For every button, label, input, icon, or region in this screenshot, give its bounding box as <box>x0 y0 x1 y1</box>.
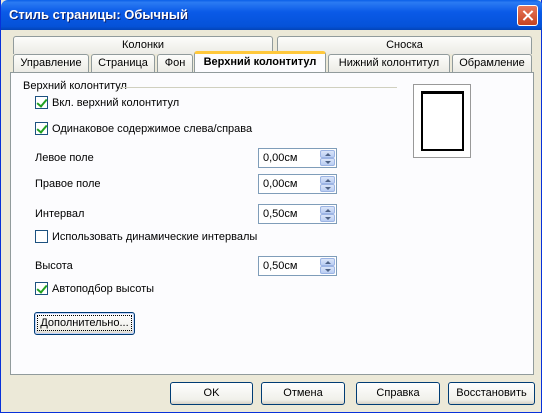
page-preview-icon <box>421 91 464 151</box>
spin-down-icon[interactable] <box>320 158 335 166</box>
tab-footer[interactable]: Нижний колонтитул <box>328 54 450 72</box>
ok-button[interactable]: OK <box>170 382 253 405</box>
title-bar[interactable]: Стиль страницы: Обычный <box>1 0 542 30</box>
spacing-label: Интервал <box>35 208 85 220</box>
height-spinbox[interactable]: 0,50см <box>258 256 337 276</box>
more-button[interactable]: Дополнительно... <box>34 312 135 335</box>
dynamic-spacing-checkbox[interactable]: Использовать динамические интервалы <box>35 230 257 243</box>
spin-up-icon[interactable] <box>320 206 335 214</box>
same-content-checkbox[interactable]: Одинаковое содержимое слева/справа <box>35 122 252 135</box>
tab-organizer[interactable]: Управление <box>13 54 89 72</box>
checkbox-box[interactable] <box>35 282 48 295</box>
tab-label: Нижний колонтитул <box>338 57 440 69</box>
left-margin-spinbox[interactable]: 0,00см <box>258 148 337 168</box>
autofit-height-checkbox[interactable]: Автоподбор высоты <box>35 282 154 295</box>
spin-value[interactable]: 0,00см <box>263 178 297 190</box>
spin-up-icon[interactable] <box>320 150 335 158</box>
spin-value[interactable]: 0,00см <box>263 152 297 164</box>
tab-label: Колонки <box>122 39 164 51</box>
tab-page[interactable]: Страница <box>91 54 155 72</box>
reset-label: Восстановить <box>456 387 527 399</box>
help-label: Справка <box>376 387 420 399</box>
tab-background[interactable]: Фон <box>157 54 193 72</box>
spin-value[interactable]: 0,50см <box>263 260 297 272</box>
more-button-label: Дополнительно... <box>37 315 132 331</box>
height-label: Высота <box>35 260 73 272</box>
right-margin-spinbox[interactable]: 0,00см <box>258 174 337 194</box>
spin-value[interactable]: 0,50см <box>263 208 297 220</box>
spin-down-icon[interactable] <box>320 214 335 222</box>
spin-up-icon[interactable] <box>320 258 335 266</box>
spin-up-icon[interactable] <box>320 176 335 184</box>
cancel-label: Отмена <box>283 387 323 399</box>
spacing-spinbox[interactable]: 0,50см <box>258 204 337 224</box>
page-preview <box>413 84 471 158</box>
tab-label: Управление <box>20 57 82 69</box>
window-title: Стиль страницы: Обычный <box>9 7 188 22</box>
spin-down-icon[interactable] <box>320 184 335 192</box>
dialog-window: Стиль страницы: Обычный Колонки Сноска У… <box>0 0 542 413</box>
checkbox-label: Вкл. верхний колонтитул <box>52 96 180 109</box>
tab-header[interactable]: Верхний колонтитул <box>194 51 326 72</box>
ok-label: OK <box>203 387 220 399</box>
tab-label: Верхний колонтитул <box>203 56 317 68</box>
checkbox-box[interactable] <box>35 96 48 109</box>
checkbox-label: Использовать динамические интервалы <box>52 230 258 243</box>
reset-button[interactable]: Восстановить <box>448 382 535 405</box>
checkbox-box[interactable] <box>35 230 48 243</box>
cancel-button[interactable]: Отмена <box>261 382 345 405</box>
help-button[interactable]: Справка <box>356 382 440 405</box>
tab-label: Страница <box>98 57 148 69</box>
checkbox-label: Одинаковое содержимое слева/справа <box>52 122 253 135</box>
checkbox-label: Автоподбор высоты <box>52 282 155 295</box>
group-divider <box>119 87 397 88</box>
tab-label: Сноска <box>386 39 423 51</box>
tab-borders[interactable]: Обрамление <box>452 54 532 72</box>
group-label: Верхний колонтитул <box>23 80 127 92</box>
right-margin-label: Правое поле <box>35 178 101 190</box>
checkbox-box[interactable] <box>35 122 48 135</box>
tab-label: Фон <box>164 57 186 69</box>
tab-label: Обрамление <box>459 57 525 69</box>
left-margin-label: Левое поле <box>35 152 94 164</box>
spin-down-icon[interactable] <box>320 266 335 274</box>
close-button[interactable] <box>517 5 538 26</box>
enable-header-checkbox[interactable]: Вкл. верхний колонтитул <box>35 96 179 109</box>
